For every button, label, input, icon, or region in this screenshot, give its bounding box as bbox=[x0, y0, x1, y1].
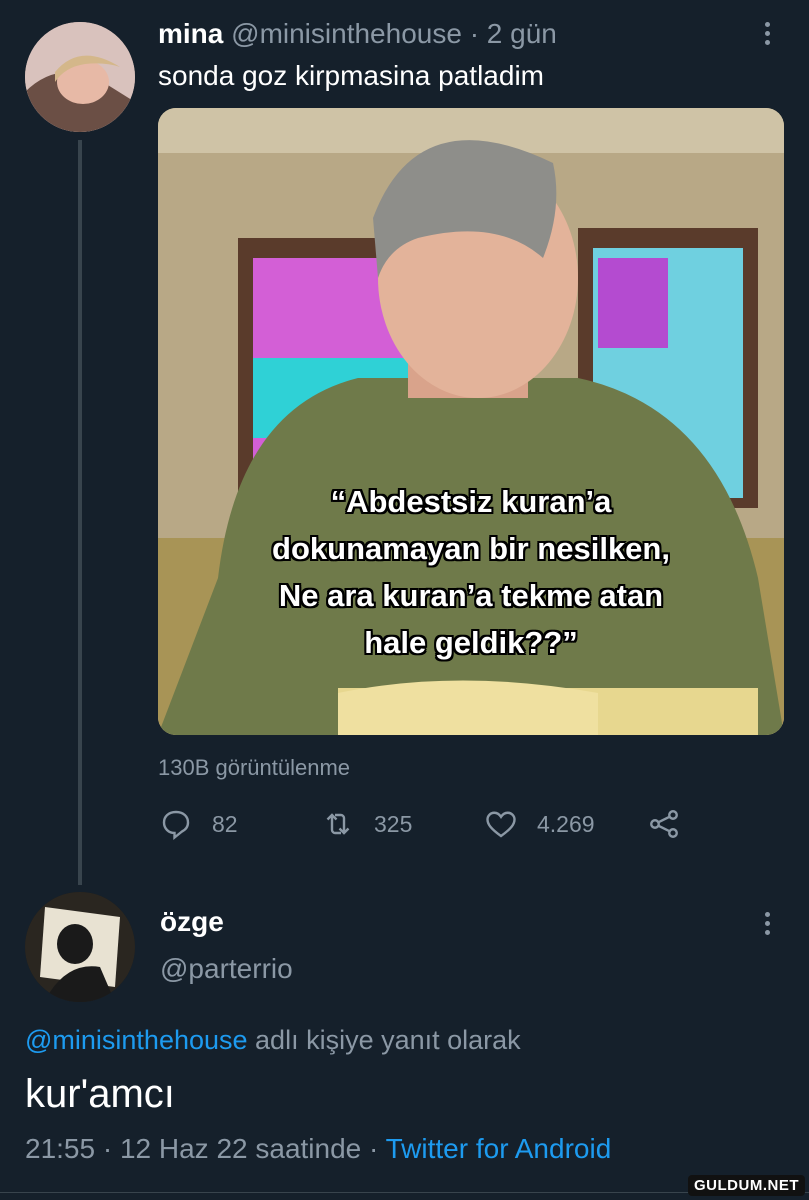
more-icon[interactable] bbox=[764, 912, 772, 940]
avatar-image bbox=[25, 892, 135, 1002]
reply-handle[interactable]: @parterrio bbox=[160, 953, 293, 985]
avatar-image bbox=[25, 22, 135, 132]
display-name[interactable]: mina bbox=[158, 18, 223, 49]
reply-text: kur'amcı bbox=[25, 1072, 175, 1116]
media-caption-text: “Abdestsiz kuran’a dokunamayan bir nesil… bbox=[272, 484, 670, 660]
watermark: GULDUM.NET bbox=[688, 1175, 805, 1196]
retweet-count: 325 bbox=[374, 810, 413, 837]
like-button[interactable]: 4.269 bbox=[483, 806, 595, 842]
reply-count: 82 bbox=[212, 810, 238, 837]
avatar-mina[interactable] bbox=[25, 22, 135, 132]
reply-display-name[interactable]: özge bbox=[160, 906, 224, 938]
share-icon bbox=[650, 810, 678, 838]
handle[interactable]: @minisinthehouse bbox=[231, 18, 462, 49]
timestamp[interactable]: 21:55 · 12 Haz 22 saatinde · bbox=[25, 1133, 386, 1164]
source-link[interactable]: Twitter for Android bbox=[386, 1133, 612, 1164]
more-icon[interactable] bbox=[764, 22, 772, 50]
tweet-time[interactable]: · 2 gün bbox=[470, 18, 557, 49]
replying-to: @minisinthehouse adlı kişiye yanıt olara… bbox=[25, 1025, 521, 1056]
reply-button[interactable]: 82 bbox=[158, 806, 238, 842]
media-caption: “Abdestsiz kuran’a dokunamayan bir nesil… bbox=[158, 478, 784, 666]
avatar-ozge[interactable] bbox=[25, 892, 135, 1002]
replying-to-suffix: adlı kişiye yanıt olarak bbox=[247, 1025, 521, 1055]
share-button[interactable] bbox=[646, 806, 682, 842]
thread-line bbox=[78, 140, 82, 885]
like-icon bbox=[486, 811, 516, 838]
retweet-button[interactable]: 325 bbox=[320, 806, 412, 842]
view-count: 130B görüntülenme bbox=[158, 755, 351, 780]
replying-to-link[interactable]: @minisinthehouse bbox=[25, 1025, 248, 1055]
tweet-meta: 21:55 · 12 Haz 22 saatinde · Twitter for… bbox=[25, 1133, 611, 1165]
tweet-media[interactable]: “Abdestsiz kuran’a dokunamayan bir nesil… bbox=[158, 108, 784, 735]
reply-icon bbox=[162, 810, 190, 840]
tweet-text: sonda goz kirpmasina patladim bbox=[158, 60, 544, 91]
retweet-icon bbox=[326, 813, 350, 835]
tweet-header: mina @minisinthehouse · 2 gün bbox=[158, 18, 557, 50]
like-count: 4.269 bbox=[537, 810, 595, 837]
